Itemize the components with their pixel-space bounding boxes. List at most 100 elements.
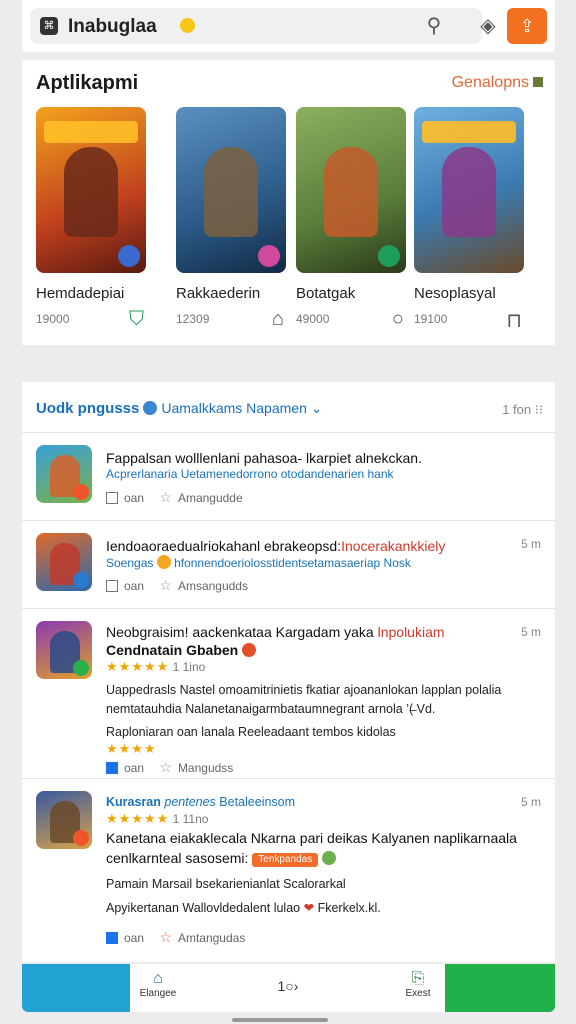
grid-icon: ⁝⁝ bbox=[534, 402, 543, 417]
star-icon[interactable]: ☆ bbox=[159, 489, 172, 505]
see-all-link[interactable]: Genalopns bbox=[452, 74, 543, 92]
emoji-icon bbox=[322, 851, 337, 865]
shield-icon[interactable]: ◈ bbox=[476, 14, 500, 38]
feed-heading[interactable]: Uodk pngusss Uamalkkams Napamen ⌄ bbox=[36, 400, 322, 417]
app-title-box[interactable]: ⌘ Inabuglaa bbox=[30, 8, 482, 44]
rating-text: 1 1ino bbox=[172, 660, 206, 674]
list-item[interactable]: Kurasran pentenes Betaleeinsom 5 m ★★★★★… bbox=[22, 778, 555, 958]
author-name: Amsangudds bbox=[177, 579, 248, 593]
nav-exit[interactable]: ⎘ Exest bbox=[388, 970, 448, 999]
post-body: Uappedrasls Nastel omoamitrinietis fkati… bbox=[106, 683, 502, 697]
action-label: oan bbox=[124, 761, 145, 775]
bottom-nav: ⌂ Elangee 1○› ⎘ Exest bbox=[22, 964, 555, 1012]
game-count: 49000 bbox=[296, 312, 330, 326]
rating-stars: ★★★★★ bbox=[106, 659, 170, 674]
checkbox[interactable] bbox=[106, 580, 118, 592]
checkbox[interactable] bbox=[106, 932, 118, 944]
checkbox[interactable] bbox=[106, 492, 118, 504]
post-title: Neobgraisim! aackenkataa Kargadam yaka bbox=[106, 624, 374, 640]
game-tile[interactable]: Botatgak 49000 ○ bbox=[296, 107, 412, 334]
nav-home[interactable]: ⌂ Elangee bbox=[128, 970, 188, 999]
game-name: Hemdadepiai bbox=[36, 285, 125, 302]
feed-count[interactable]: 1 fon ⁝⁝ bbox=[502, 402, 543, 418]
list-item[interactable]: Fappalsan wolllenlani pahasoa- lkarpiet … bbox=[22, 432, 555, 520]
game-cover bbox=[296, 107, 406, 273]
featured-title: Aptlikapmi bbox=[36, 72, 139, 94]
emoji-icon bbox=[156, 555, 171, 569]
nav-middle[interactable]: 1○› bbox=[258, 978, 318, 994]
post-highlight: Inocerakankkiely bbox=[341, 538, 446, 554]
bookmark-icon[interactable]: ⌂ bbox=[272, 308, 284, 331]
grid-icon bbox=[533, 77, 543, 87]
timestamp: 5 m bbox=[520, 625, 541, 639]
timestamp: 5 m bbox=[520, 537, 541, 551]
action-label: oan bbox=[124, 491, 145, 505]
post-title: Kanetana eiakaklecala Nkarna pari deikas… bbox=[106, 830, 517, 846]
game-cover bbox=[36, 107, 146, 273]
bookmark-icon[interactable]: ⊓ bbox=[506, 308, 522, 333]
game-thumbnail bbox=[36, 445, 92, 503]
nav-middle-label: 1○› bbox=[277, 978, 299, 994]
post-body: Apyikertanan Wallovldedalent lulao bbox=[106, 901, 301, 915]
emoji-icon bbox=[242, 643, 257, 657]
action-label: oan bbox=[124, 931, 145, 945]
action-label: oan bbox=[124, 579, 145, 593]
rating-text: 1 11no bbox=[172, 812, 209, 826]
feed-section: Uodk pngusss Uamalkkams Napamen ⌄ 1 fon ⁝… bbox=[22, 382, 555, 962]
nav-home-label: Elangee bbox=[139, 988, 177, 999]
nav-right-accent bbox=[445, 964, 555, 1012]
game-name: Rakkaederin bbox=[176, 285, 261, 302]
post-body: Pamain Marsail bsekarienianlat Scalorark… bbox=[106, 877, 346, 891]
share-icon: ⇪ bbox=[519, 16, 535, 36]
list-item[interactable]: Neobgraisim! aackenkataa Kargadam yaka l… bbox=[22, 608, 555, 778]
game-count: 19000 bbox=[36, 312, 70, 326]
post-title-line2: Cendnatain Gbaben bbox=[106, 642, 239, 658]
post-category: Kurasran bbox=[106, 795, 161, 809]
share-button[interactable]: ⇪ bbox=[507, 8, 547, 44]
circle-icon[interactable]: ○ bbox=[392, 308, 404, 331]
post-title: Iendoaoraedualriokahanl ebrakeopsd: bbox=[106, 538, 342, 554]
app-logo-icon: ⌘ bbox=[40, 17, 58, 35]
post-title: Fappalsan wolllenlani pahasoa- lkarpiet … bbox=[106, 450, 422, 466]
home-indicator[interactable] bbox=[232, 1018, 328, 1022]
list-item[interactable]: Iendoaoraedualriokahanl ebrakeopsd:Inoce… bbox=[22, 520, 555, 608]
rating-stars: ★★★★★ bbox=[106, 811, 170, 826]
author-name: Amtangudas bbox=[177, 931, 246, 945]
game-count: 12309 bbox=[176, 312, 210, 326]
game-tile[interactable]: Hemdadepiai 19000 ⛉ bbox=[36, 107, 152, 334]
checkbox[interactable] bbox=[106, 762, 118, 774]
author-name: Mangudss bbox=[177, 761, 234, 775]
post-title-line2: cenlkarnteal sasosemi: bbox=[106, 850, 249, 866]
game-tile[interactable]: Rakkaederin 12309 ⌂ bbox=[176, 107, 292, 334]
game-thumbnail bbox=[36, 791, 92, 849]
heart-icon: ❤ bbox=[303, 901, 315, 915]
nav-left-accent bbox=[22, 964, 130, 1012]
game-thumbnail bbox=[36, 621, 92, 679]
gear-icon bbox=[143, 401, 158, 415]
game-tile[interactable]: Nesoplasyal 19100 ⊓ bbox=[414, 107, 530, 334]
top-bar: ⌘ Inabuglaa ⚲ ◈ ⇪ bbox=[22, 0, 555, 52]
verified-badge-icon bbox=[180, 18, 195, 33]
post-subtitle: Acprerlanaria Uetamenedorrono otodandena… bbox=[106, 467, 394, 481]
star-icon[interactable]: ☆ bbox=[159, 577, 172, 593]
tag-badge: Tenkpandas bbox=[252, 853, 319, 867]
app-title: Inabuglaa bbox=[68, 16, 157, 37]
post-subtitle: Soengas bbox=[106, 556, 154, 570]
post-highlight: lnpolukiam bbox=[377, 624, 445, 640]
exit-icon: ⎘ bbox=[411, 970, 425, 987]
game-cover bbox=[414, 107, 524, 273]
nav-exit-label: Exest bbox=[405, 988, 431, 999]
timestamp: 5 m bbox=[520, 795, 541, 809]
post-body: Raploniaran oan lanala Reeleadaant tembo… bbox=[106, 725, 396, 739]
filter-icon[interactable]: ⚲ bbox=[422, 14, 446, 38]
shield-icon[interactable]: ⛉ bbox=[129, 308, 144, 331]
game-name: Nesoplasyal bbox=[414, 285, 496, 302]
game-name: Botatgak bbox=[296, 285, 356, 302]
game-cover bbox=[176, 107, 286, 273]
star-icon[interactable]: ☆ bbox=[159, 759, 172, 775]
star-icon[interactable]: ☆ bbox=[159, 929, 172, 945]
author-name: Amangudde bbox=[177, 491, 243, 505]
game-thumbnail bbox=[36, 533, 92, 591]
home-icon: ⌂ bbox=[153, 970, 163, 987]
post-body: nemtatauhdia Nalanetanaigarmbataumnegran… bbox=[106, 702, 436, 716]
